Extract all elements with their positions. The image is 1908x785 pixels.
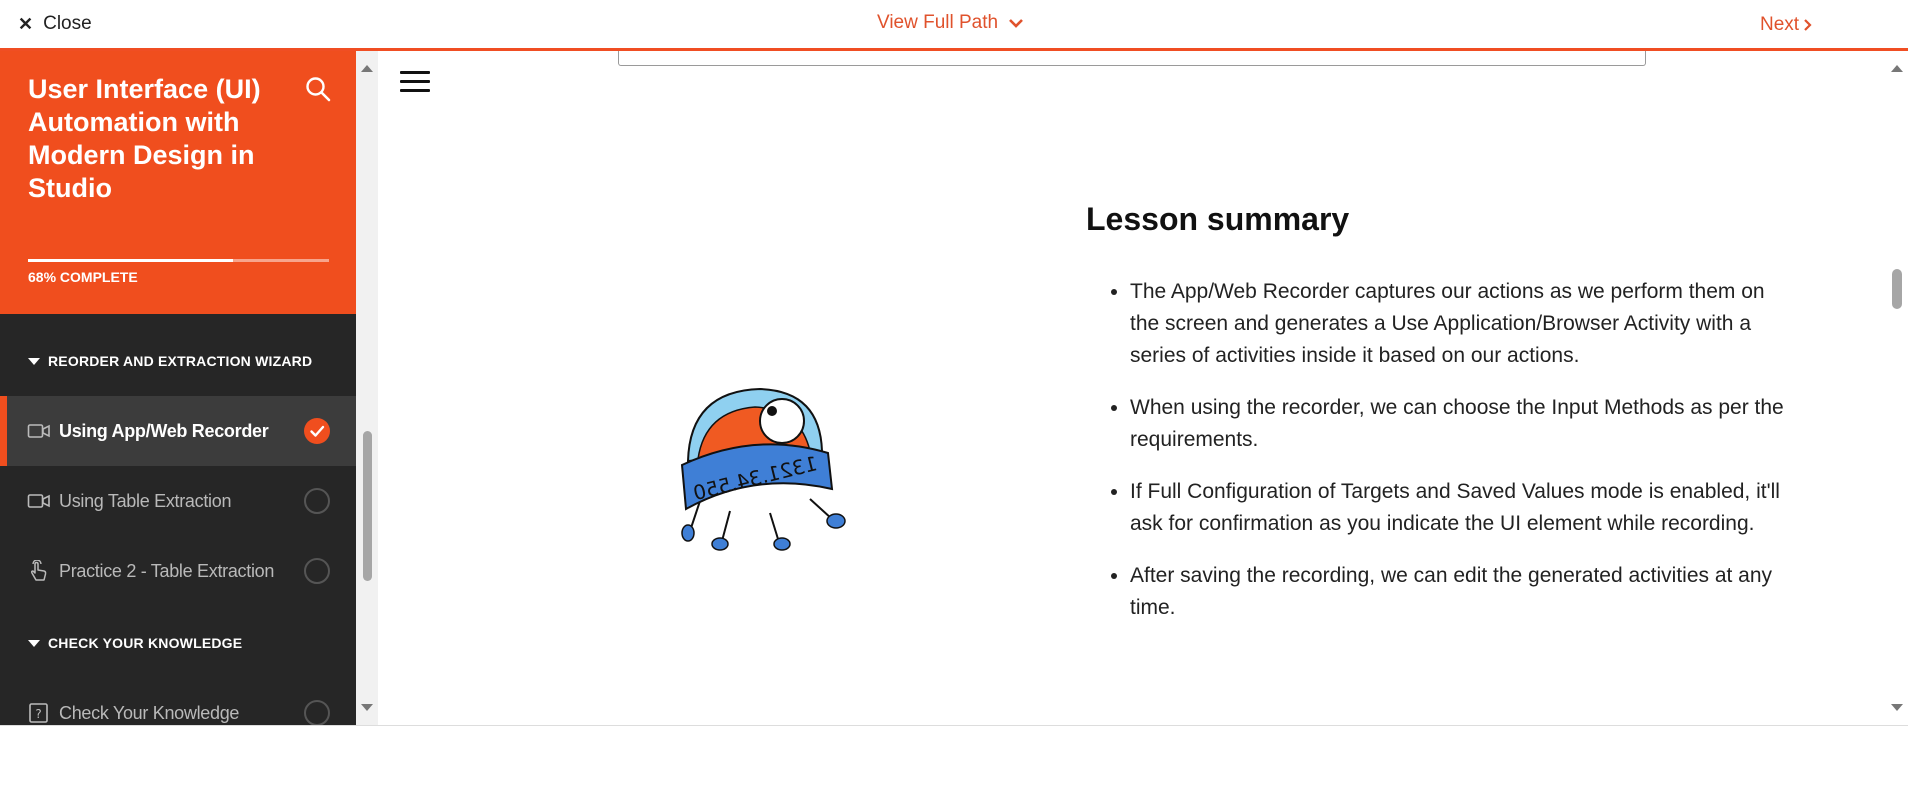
scroll-up-arrow-icon[interactable]: [361, 65, 373, 72]
completed-check-icon: [304, 418, 330, 444]
list-item: The App/Web Recorder captures our action…: [1130, 276, 1790, 372]
view-full-path-button[interactable]: View Full Path: [877, 12, 1024, 34]
chevron-down-icon: [1009, 19, 1024, 28]
lesson-summary-heading: Lesson summary: [1086, 201, 1350, 237]
section-title: CHECK YOUR KNOWLEDGE: [48, 635, 243, 651]
lesson-check-your-knowledge[interactable]: ? Check Your Knowledge: [0, 678, 356, 726]
list-item: After saving the recording, we can edit …: [1130, 560, 1790, 624]
lesson-practice-2-table-extraction[interactable]: Practice 2 - Table Extraction: [0, 536, 356, 606]
search-icon[interactable]: [304, 75, 332, 103]
lesson-using-table-extraction[interactable]: Using Table Extraction: [0, 466, 356, 536]
scroll-up-arrow-icon[interactable]: [1891, 65, 1903, 72]
sidebar-scrollbar-thumb[interactable]: [363, 431, 372, 581]
close-button[interactable]: ✕ Close: [18, 13, 92, 35]
caret-down-icon: [28, 639, 40, 647]
lesson-using-app-web-recorder[interactable]: Using App/Web Recorder: [0, 396, 356, 466]
not-started-circle-icon: [304, 700, 330, 726]
scroll-down-arrow-icon[interactable]: [361, 704, 373, 711]
section-check-your-knowledge[interactable]: CHECK YOUR KNOWLEDGE: [28, 635, 242, 651]
hand-pointer-icon: [30, 560, 47, 581]
scroll-down-arrow-icon[interactable]: [1891, 704, 1903, 711]
course-header: User Interface (UI) Automation with Mode…: [0, 51, 356, 314]
progress-label: 68% COMPLETE: [28, 269, 138, 285]
next-label: Next: [1760, 14, 1800, 35]
lesson-content: 1321.34.550 Lesson summary The App/Web R…: [378, 51, 1886, 726]
sidebar-scrollbar[interactable]: [356, 51, 378, 726]
chevron-right-icon: [1804, 19, 1812, 31]
list-item: If Full Configuration of Targets and Sav…: [1130, 476, 1790, 540]
content-scrollbar[interactable]: [1886, 51, 1908, 726]
next-button[interactable]: Next: [1760, 14, 1813, 36]
lesson-label: Using App/Web Recorder: [59, 420, 269, 441]
lesson-label: Practice 2 - Table Extraction: [59, 560, 275, 581]
question-icon: ?: [29, 703, 48, 723]
lesson-summary-list: The App/Web Recorder captures our action…: [1086, 276, 1790, 644]
lesson-label: Using Table Extraction: [59, 490, 232, 511]
robot-mascot-illustration: 1321.34.550: [680, 387, 846, 551]
view-full-path-label: View Full Path: [877, 12, 999, 33]
course-title: User Interface (UI) Automation with Mode…: [28, 74, 261, 203]
course-sidebar: User Interface (UI) Automation with Mode…: [0, 51, 356, 726]
video-icon: [27, 424, 50, 438]
progress-bar: [28, 259, 329, 262]
svg-text:?: ?: [35, 707, 41, 721]
section-title: REORDER AND EXTRACTION WIZARD: [48, 353, 313, 369]
top-bar: ✕ Close View Full Path Next: [0, 0, 1908, 51]
section-reorder-extraction[interactable]: REORDER AND EXTRACTION WIZARD: [28, 353, 312, 369]
content-box-edge: [618, 51, 1646, 66]
caret-down-icon: [28, 357, 40, 365]
close-label: Close: [43, 13, 92, 34]
close-icon: ✕: [18, 13, 34, 34]
list-item: When using the recorder, we can choose t…: [1130, 392, 1790, 456]
menu-icon[interactable]: [400, 71, 430, 95]
video-icon: [27, 494, 50, 508]
lesson-label: Check Your Knowledge: [59, 702, 240, 723]
content-scrollbar-thumb[interactable]: [1892, 269, 1902, 309]
frame-bottom-border: [0, 725, 1908, 726]
not-started-circle-icon: [304, 558, 330, 584]
progress-bar-fill: [28, 259, 233, 262]
not-started-circle-icon: [304, 488, 330, 514]
